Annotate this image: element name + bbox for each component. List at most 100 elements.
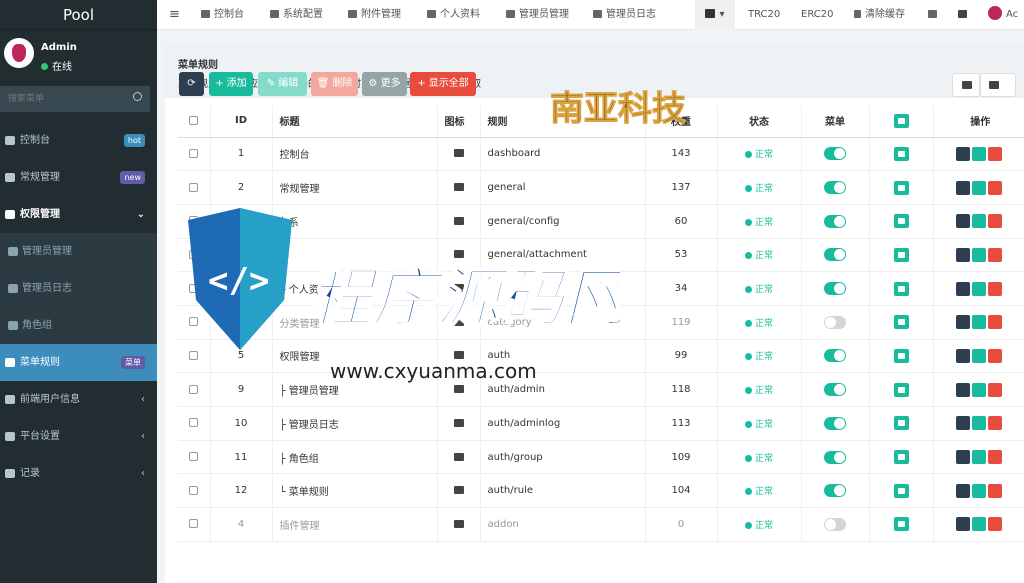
- sitemap-icon[interactable]: [893, 315, 909, 330]
- checkbox-icon[interactable]: [189, 418, 199, 428]
- menu-toggle[interactable]: [824, 181, 846, 195]
- delete-row-button[interactable]: [988, 214, 1003, 229]
- edit-button[interactable]: ✎ 编辑: [258, 72, 307, 96]
- sidebar-item-rule[interactable]: 菜单规则 菜单: [0, 344, 157, 381]
- col-expand[interactable]: [869, 105, 934, 138]
- sidebar-item-dashboard[interactable]: 控制台 hot: [0, 122, 157, 159]
- sidebar-item-adminlog[interactable]: 管理员日志: [0, 270, 157, 307]
- row-checkbox[interactable]: [178, 137, 211, 172]
- col-title[interactable]: 标题: [272, 105, 438, 138]
- hamburger-icon[interactable]: ≡: [169, 0, 180, 30]
- erc20-link[interactable]: ERC20: [801, 0, 833, 30]
- tab-admin[interactable]: 管理员管理: [506, 0, 569, 30]
- edit-row-button[interactable]: [972, 483, 987, 498]
- sitemap-icon[interactable]: [893, 180, 909, 195]
- table-row[interactable]: 4 插件管理 addon 0 正常: [178, 507, 1024, 542]
- menu-toggle[interactable]: [824, 248, 846, 262]
- sidebar-item-user[interactable]: 前端用户信息 ‹: [0, 381, 157, 418]
- row-checkbox[interactable]: [178, 473, 211, 509]
- delete-row-button[interactable]: [988, 450, 1003, 465]
- tab-adminlog[interactable]: 管理员日志: [593, 0, 656, 30]
- edit-row-button[interactable]: [972, 180, 987, 195]
- drag-button[interactable]: [956, 382, 971, 397]
- menu-toggle[interactable]: [824, 484, 846, 498]
- search-input[interactable]: [0, 86, 150, 112]
- fullscreen-icon[interactable]: [958, 0, 971, 30]
- menu-toggle[interactable]: [824, 282, 846, 296]
- table-row[interactable]: 10 ├ 管理员日志 auth/adminlog 113 正常: [178, 406, 1024, 441]
- checkbox-icon[interactable]: [189, 115, 199, 125]
- drag-button[interactable]: [956, 315, 971, 330]
- sidebar-item-admin[interactable]: 管理员管理: [0, 233, 157, 270]
- search-icon[interactable]: [133, 92, 142, 101]
- edit-row-button[interactable]: [972, 382, 987, 397]
- edit-row-button[interactable]: [972, 247, 987, 262]
- edit-row-button[interactable]: [972, 146, 987, 161]
- delete-row-button[interactable]: [988, 348, 1003, 363]
- sitemap-icon[interactable]: [893, 247, 909, 262]
- sidebar-item-group[interactable]: 角色组: [0, 307, 157, 344]
- checkbox-icon[interactable]: [189, 182, 199, 192]
- sidebar-item-record[interactable]: 记录 ‹: [0, 455, 157, 492]
- more-button[interactable]: ⚙ 更多: [362, 72, 407, 96]
- edit-row-button[interactable]: [972, 214, 987, 229]
- logo[interactable]: Pool: [0, 0, 157, 30]
- edit-row-button[interactable]: [972, 281, 987, 296]
- menu-toggle[interactable]: [824, 147, 846, 161]
- sitemap-icon[interactable]: [893, 517, 909, 532]
- checkbox-icon[interactable]: [189, 485, 199, 495]
- sitemap-icon[interactable]: [893, 348, 909, 363]
- select-all-checkbox[interactable]: [178, 105, 211, 138]
- clear-cache-button[interactable]: 清除缓存: [854, 0, 905, 30]
- delete-row-button[interactable]: [988, 180, 1003, 195]
- tab-dashboard[interactable]: 控制台: [201, 0, 244, 30]
- sidebar-item-auth[interactable]: 权限管理 ⌄: [0, 196, 157, 233]
- checkbox-icon[interactable]: [189, 452, 199, 462]
- col-menu[interactable]: 菜单: [801, 105, 870, 138]
- menu-toggle[interactable]: [824, 349, 846, 363]
- trc20-link[interactable]: TRC20: [748, 0, 780, 30]
- user-menu[interactable]: Ac: [988, 0, 1018, 30]
- tab-profile[interactable]: 个人资料: [427, 0, 480, 30]
- delete-row-button[interactable]: [988, 382, 1003, 397]
- tab-attachment[interactable]: 附件管理: [348, 0, 401, 30]
- edit-row-button[interactable]: [972, 416, 987, 431]
- drag-button[interactable]: [956, 348, 971, 363]
- show-all-button[interactable]: + 显示全部: [410, 72, 476, 96]
- sitemap-icon[interactable]: [893, 146, 909, 161]
- table-row[interactable]: 1 控制台 dashboard 143 正常: [178, 137, 1024, 172]
- delete-row-button[interactable]: [988, 146, 1003, 161]
- drag-button[interactable]: [956, 416, 971, 431]
- menu-toggle[interactable]: [824, 416, 846, 430]
- col-status[interactable]: 状态: [717, 105, 802, 138]
- drag-button[interactable]: [956, 146, 971, 161]
- row-checkbox[interactable]: [178, 507, 211, 542]
- sitemap-icon[interactable]: [893, 382, 909, 397]
- delete-row-button[interactable]: [988, 281, 1003, 296]
- drag-button[interactable]: [956, 281, 971, 296]
- menu-toggle[interactable]: [824, 383, 846, 397]
- expand-all-icon[interactable]: [893, 113, 909, 128]
- sidebar-item-general[interactable]: 常规管理 new: [0, 159, 157, 196]
- sitemap-icon[interactable]: [893, 450, 909, 465]
- edit-row-button[interactable]: [972, 517, 987, 532]
- menu-toggle[interactable]: [824, 450, 846, 464]
- col-icon[interactable]: 图标: [437, 105, 481, 138]
- drag-button[interactable]: [956, 517, 971, 532]
- drag-button[interactable]: [956, 247, 971, 262]
- language-icon[interactable]: [928, 0, 941, 30]
- table-row[interactable]: 11 ├ 角色组 auth/group 109 正常: [178, 440, 1024, 475]
- toggle-view-button[interactable]: [952, 73, 980, 97]
- delete-button[interactable]: 🗑 删除: [311, 72, 358, 96]
- sitemap-icon[interactable]: [893, 483, 909, 498]
- sidebar-item-platform[interactable]: 平台设置 ‹: [0, 418, 157, 455]
- drag-button[interactable]: [956, 450, 971, 465]
- delete-row-button[interactable]: [988, 517, 1003, 532]
- checkbox-icon[interactable]: [189, 519, 199, 529]
- sitemap-icon[interactable]: [893, 416, 909, 431]
- sitemap-icon[interactable]: [893, 214, 909, 229]
- sitemap-icon[interactable]: [893, 281, 909, 296]
- columns-button[interactable]: [980, 73, 1016, 97]
- edit-row-button[interactable]: [972, 450, 987, 465]
- delete-row-button[interactable]: [988, 315, 1003, 330]
